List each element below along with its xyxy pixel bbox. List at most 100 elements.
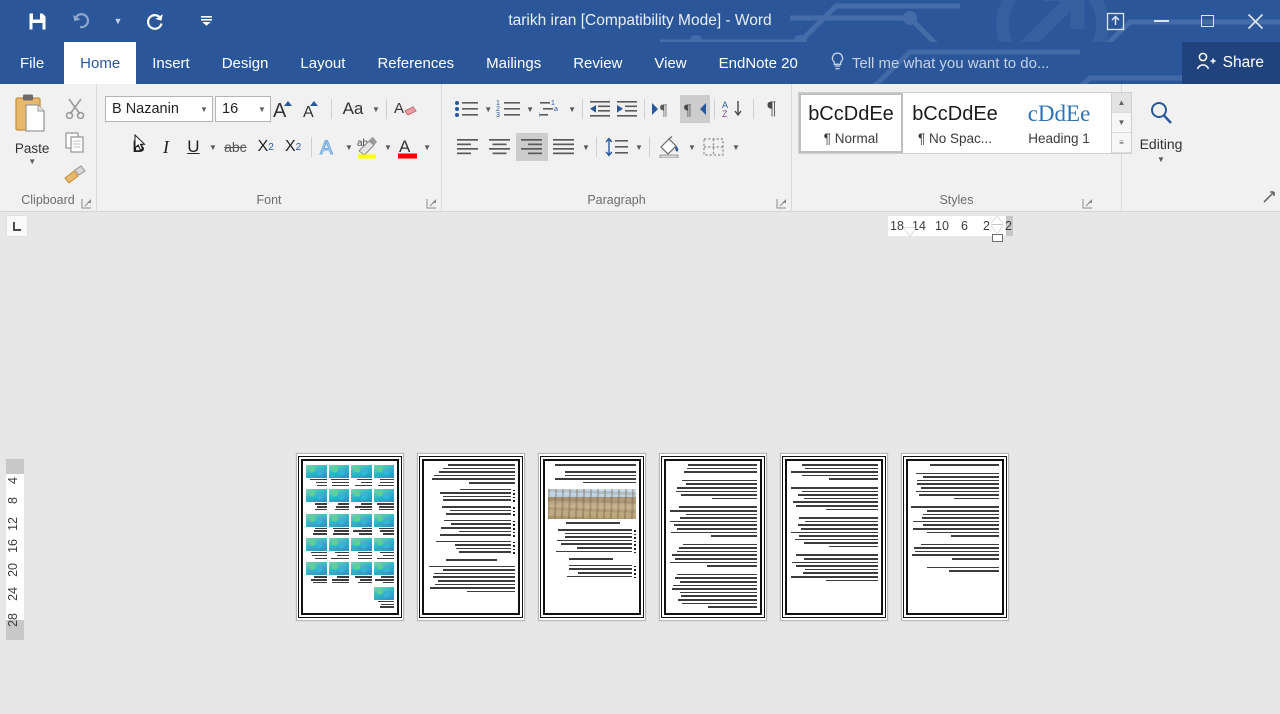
format-painter-button[interactable]: [63, 165, 87, 190]
line-spacing-button[interactable]: [601, 133, 633, 161]
show-formatting-marks-button[interactable]: ¶: [758, 95, 785, 123]
page-thumbnail-2[interactable]: [417, 453, 525, 621]
justify-button[interactable]: [548, 133, 580, 161]
share-button[interactable]: Share: [1182, 42, 1280, 84]
close-icon[interactable]: [1230, 0, 1280, 42]
underline-button[interactable]: U: [180, 133, 207, 161]
style-item-heading-1[interactable]: cDdEe Heading 1: [1007, 93, 1111, 153]
style-item-normal[interactable]: bCcDdEe ¶ Normal: [799, 93, 903, 153]
first-line-indent-marker[interactable]: [904, 228, 916, 236]
tab-references[interactable]: References: [361, 42, 470, 84]
tab-endnote-20[interactable]: EndNote 20: [703, 42, 814, 84]
shading-button[interactable]: [654, 133, 686, 161]
multilevel-dropdown-icon[interactable]: ▼: [566, 105, 577, 114]
underline-dropdown-icon[interactable]: ▼: [207, 143, 219, 152]
clear-formatting-button[interactable]: A: [391, 95, 419, 123]
ribbon-tabs[interactable]: File Home Insert Design Layout Reference…: [0, 42, 1280, 84]
page-thumbnail-1[interactable]: [296, 453, 404, 621]
shading-dropdown-icon[interactable]: ▼: [686, 143, 698, 152]
highlight-dropdown-icon[interactable]: ▼: [382, 143, 394, 152]
vertical-ruler[interactable]: 4 8 12 16 20 24 28: [0, 243, 28, 625]
text-effects-button[interactable]: A: [316, 133, 343, 161]
bullets-dropdown-icon[interactable]: ▼: [482, 105, 493, 114]
cut-button[interactable]: [64, 97, 86, 124]
font-color-button[interactable]: A: [394, 133, 421, 161]
sort-button[interactable]: A Z: [719, 95, 749, 123]
paste-dropdown-icon[interactable]: ▼: [28, 157, 36, 167]
bullets-button[interactable]: [452, 95, 482, 123]
align-right-button[interactable]: [516, 133, 548, 161]
redo-icon[interactable]: [140, 7, 170, 35]
restore-icon[interactable]: [1184, 0, 1230, 42]
find-button[interactable]: [1139, 92, 1183, 134]
collapse-ribbon-icon[interactable]: [1262, 190, 1276, 207]
tab-home[interactable]: Home: [64, 42, 136, 84]
change-case-button[interactable]: Aa: [336, 95, 370, 123]
tab-insert[interactable]: Insert: [136, 42, 206, 84]
left-indent-box-marker[interactable]: [992, 234, 1003, 242]
align-center-button[interactable]: [484, 133, 516, 161]
tab-design[interactable]: Design: [206, 42, 285, 84]
minimize-icon[interactable]: [1138, 0, 1184, 42]
save-icon[interactable]: [22, 7, 52, 35]
copy-button[interactable]: [64, 131, 86, 158]
chevron-down-icon[interactable]: ▼: [254, 105, 270, 114]
undo-dropdown-icon[interactable]: ▼: [110, 7, 126, 35]
bold-button[interactable]: B: [125, 133, 152, 161]
right-indent-marker[interactable]: [991, 225, 1003, 233]
tab-view[interactable]: View: [638, 42, 702, 84]
numbering-button[interactable]: 1 2 3: [494, 95, 524, 123]
page-thumbnail-6[interactable]: [901, 453, 1009, 621]
paste-button[interactable]: Paste ▼: [6, 91, 58, 191]
horizontal-ruler[interactable]: 18 14 10 6 2 2: [0, 212, 1280, 240]
font-size-combobox[interactable]: 16 ▼: [215, 96, 271, 122]
undo-icon[interactable]: [66, 7, 96, 35]
tab-review[interactable]: Review: [557, 42, 638, 84]
strikethrough-button[interactable]: abc: [219, 133, 252, 161]
text-effects-dropdown-icon[interactable]: ▼: [343, 143, 355, 152]
borders-dropdown-icon[interactable]: ▼: [730, 143, 742, 152]
tell-me-search[interactable]: Tell me what you want to do...: [814, 42, 1050, 84]
page-thumbnail-5[interactable]: [780, 453, 888, 621]
clipboard-dialog-launcher[interactable]: [81, 198, 92, 209]
font-dialog-launcher[interactable]: [426, 198, 437, 209]
multilevel-list-button[interactable]: 1 a i: [536, 95, 566, 123]
font-color-dropdown-icon[interactable]: ▼: [421, 143, 433, 152]
left-to-right-button[interactable]: ¶: [649, 95, 679, 123]
editing-dropdown-icon[interactable]: ▼: [1157, 155, 1165, 164]
tab-file[interactable]: File: [0, 42, 64, 84]
hanging-indent-marker[interactable]: [991, 216, 1003, 224]
tab-mailings[interactable]: Mailings: [470, 42, 557, 84]
borders-button[interactable]: [698, 133, 730, 161]
styles-dialog-launcher[interactable]: [1082, 198, 1093, 209]
decrease-indent-button[interactable]: [587, 95, 614, 123]
superscript-button[interactable]: X2: [279, 133, 306, 161]
ribbon-display-options-icon[interactable]: [1092, 0, 1138, 42]
page-thumbnail-3[interactable]: [538, 453, 646, 621]
subscript-button[interactable]: X2: [252, 133, 279, 161]
quick-access-toolbar[interactable]: ▼: [0, 0, 214, 42]
shrink-font-button[interactable]: A: [299, 95, 327, 123]
chevron-down-icon[interactable]: ▼: [196, 105, 212, 114]
italic-button[interactable]: I: [152, 133, 179, 161]
window-controls[interactable]: [1092, 0, 1280, 42]
customize-qat-icon[interactable]: [198, 7, 214, 35]
tab-stop-left-icon[interactable]: [6, 215, 28, 237]
styles-gallery[interactable]: bCcDdEe ¶ Normal bCcDdEe ¶ No Spac... cD…: [798, 92, 1132, 154]
align-left-button[interactable]: [452, 133, 484, 161]
line-spacing-dropdown-icon[interactable]: ▼: [633, 143, 645, 152]
increase-indent-button[interactable]: [613, 95, 640, 123]
document-canvas[interactable]: [28, 243, 1280, 714]
style-item-no-spacing[interactable]: bCcDdEe ¶ No Spac...: [903, 93, 1007, 153]
page-thumbnail-4[interactable]: [659, 453, 767, 621]
font-name-combobox[interactable]: B Nazanin ▼: [105, 96, 213, 122]
tab-layout[interactable]: Layout: [284, 42, 361, 84]
change-case-dropdown-icon[interactable]: ▼: [370, 105, 382, 114]
right-to-left-button[interactable]: ¶: [680, 95, 710, 123]
paragraph-dialog-launcher[interactable]: [776, 198, 787, 209]
justify-dropdown-icon[interactable]: ▼: [580, 143, 592, 152]
numbering-dropdown-icon[interactable]: ▼: [524, 105, 535, 114]
grow-font-button[interactable]: A: [271, 95, 299, 123]
text-highlight-button[interactable]: ab: [355, 133, 382, 161]
map-thumbnail: [329, 514, 350, 536]
